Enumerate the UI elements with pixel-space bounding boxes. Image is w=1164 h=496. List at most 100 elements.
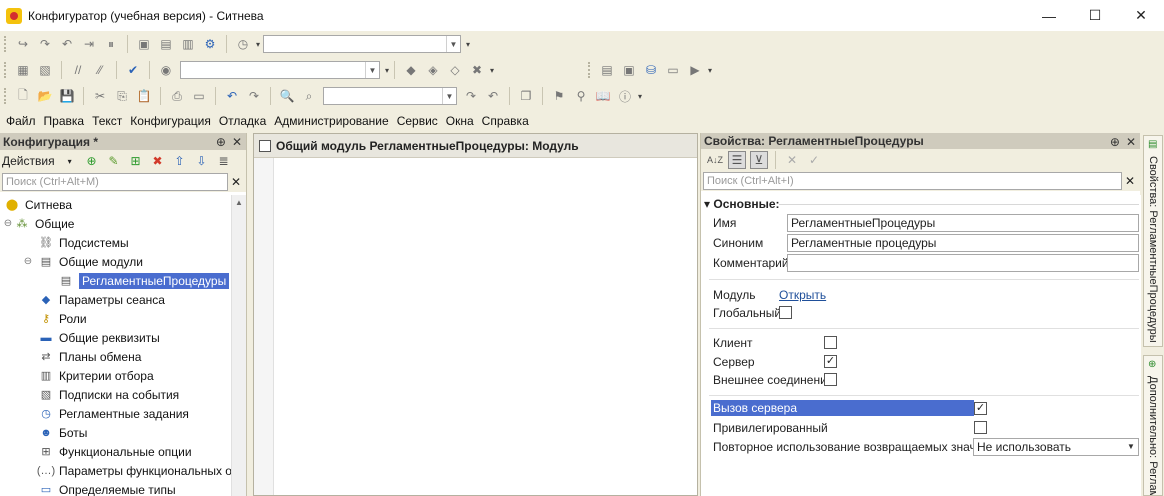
close-icon[interactable]: ✕: [1126, 135, 1136, 149]
server-checkbox[interactable]: ✓: [824, 355, 837, 368]
actions-menu[interactable]: Действия: [2, 154, 55, 168]
timer-icon[interactable]: ◷: [234, 35, 252, 53]
find-next-icon[interactable]: ↷: [462, 87, 480, 105]
search-input[interactable]: ▼: [323, 87, 457, 105]
tree-item[interactable]: ⊖ ▤ Общие модули: [0, 252, 232, 271]
paste-icon[interactable]: 📋: [135, 87, 153, 105]
chevron-down-icon[interactable]: ▾: [638, 92, 642, 101]
menu-text[interactable]: Текст: [92, 114, 122, 128]
privileged-checkbox[interactable]: [974, 421, 987, 434]
chevron-down-icon[interactable]: ▾: [708, 66, 712, 75]
tree-item[interactable]: ⊞ Функциональные опции: [0, 442, 232, 461]
break-icon[interactable]: ⏸: [102, 35, 120, 53]
minimize-button[interactable]: —: [1026, 0, 1072, 31]
tree-item[interactable]: ◷ Регламентные задания: [0, 404, 232, 423]
tree-item[interactable]: ⇄ Планы обмена: [0, 347, 232, 366]
tree-item[interactable]: ▧ Подписки на события: [0, 385, 232, 404]
tree-item[interactable]: ▭ Определяемые типы: [0, 480, 232, 496]
client-checkbox[interactable]: [824, 336, 837, 349]
cancel-icon[interactable]: ✕: [783, 151, 801, 169]
open-module-link[interactable]: Открыть: [779, 288, 826, 302]
menu-configuration[interactable]: Конфигурация: [130, 114, 211, 128]
capture-icon[interactable]: ▧: [36, 61, 54, 79]
external-connection-checkbox[interactable]: [824, 373, 837, 386]
print-icon[interactable]: ⎙: [168, 87, 186, 105]
clear-search-icon[interactable]: ✕: [1122, 174, 1138, 188]
evaluate-icon[interactable]: ▣: [135, 35, 153, 53]
chevron-down-icon[interactable]: ▾: [385, 66, 389, 75]
menu-file[interactable]: Файл: [6, 114, 36, 128]
menu-service[interactable]: Сервис: [397, 114, 438, 128]
chevron-down-icon[interactable]: ▼: [446, 36, 460, 52]
open-folder-icon[interactable]: 📂: [36, 87, 54, 105]
maximize-button[interactable]: ☐: [1072, 0, 1118, 31]
tree-scrollbar[interactable]: ▲: [231, 195, 246, 496]
undo-icon[interactable]: ↶: [223, 87, 241, 105]
add-icon[interactable]: ⊕: [83, 152, 101, 170]
move-down-icon[interactable]: ⇩: [193, 152, 211, 170]
step-over-icon[interactable]: ↷: [36, 35, 54, 53]
collapse-icon[interactable]: ⊖: [22, 256, 34, 267]
pin-icon[interactable]: ⊕: [1110, 135, 1120, 149]
close-icon[interactable]: ✕: [232, 135, 242, 149]
info-icon[interactable]: ⓘ: [616, 87, 634, 105]
new-file-icon[interactable]: 🗋: [14, 87, 32, 105]
tab-properties[interactable]: ▤ Свойства: РегламентныеПроцедуры: [1143, 135, 1163, 347]
collapse-icon[interactable]: ⊖: [2, 218, 14, 229]
tree-item[interactable]: ⛓ Подсистемы: [0, 233, 232, 252]
chevron-down-icon[interactable]: ▾: [466, 40, 470, 49]
redo-icon[interactable]: ↷: [245, 87, 263, 105]
procedure-icon[interactable]: ◉: [157, 61, 175, 79]
menu-edit[interactable]: Правка: [44, 114, 85, 128]
configuration-search-input[interactable]: Поиск (Ctrl+Alt+M): [2, 173, 228, 191]
tree-item[interactable]: ▬ Общие реквизиты: [0, 328, 232, 347]
pin-icon[interactable]: ⊕: [216, 135, 226, 149]
menu-help[interactable]: Справка: [482, 114, 529, 128]
step-out-icon[interactable]: ↶: [58, 35, 76, 53]
menu-windows[interactable]: Окна: [446, 114, 474, 128]
step-into-icon[interactable]: ↪: [14, 35, 32, 53]
scroll-up-icon[interactable]: ▲: [232, 195, 246, 210]
tab-additional[interactable]: ⊕ Дополнительно: Регламе: [1143, 355, 1163, 496]
find-icon[interactable]: 🔍: [278, 87, 296, 105]
sort-icon[interactable]: ≣: [215, 152, 233, 170]
chevron-down-icon[interactable]: ▼: [442, 88, 456, 104]
delete-icon[interactable]: ✖: [149, 152, 167, 170]
syntax-check-icon[interactable]: ✔: [124, 61, 142, 79]
apply-icon[interactable]: ✓: [805, 151, 823, 169]
tree-item[interactable]: ☻ Боты: [0, 423, 232, 442]
database-icon[interactable]: ⛁: [642, 61, 660, 79]
chevron-down-icon[interactable]: ▾: [256, 40, 260, 49]
tree-item[interactable]: ◆ Параметры сеанса: [0, 290, 232, 309]
tree-item[interactable]: ▤ РегламентныеПроцедуры: [0, 271, 232, 290]
categories-icon[interactable]: ☰: [728, 151, 746, 169]
window-icon[interactable]: ▭: [664, 61, 682, 79]
section-main-title[interactable]: ▾ Основные:: [704, 197, 780, 211]
close-button[interactable]: ✕: [1118, 0, 1164, 31]
bookmark-next-icon[interactable]: ◈: [424, 61, 442, 79]
clear-search-icon[interactable]: ✕: [228, 175, 244, 189]
debug-target-select[interactable]: ▼: [263, 35, 462, 53]
bookmark-prev-icon[interactable]: ◇: [446, 61, 464, 79]
comment-field[interactable]: [787, 254, 1139, 272]
settings-icon[interactable]: ⚙: [201, 35, 219, 53]
find-prev-icon[interactable]: ↶: [484, 87, 502, 105]
synonym-field[interactable]: Регламентные процедуры: [787, 234, 1139, 252]
repository-icon[interactable]: ▦: [14, 61, 32, 79]
menu-debug[interactable]: Отладка: [219, 114, 266, 128]
windows-icon[interactable]: ❐: [517, 87, 535, 105]
reuse-values-select[interactable]: Не использовать ▼: [973, 438, 1139, 456]
tree-item[interactable]: ⬤ Ситнева: [0, 195, 232, 214]
name-field[interactable]: РегламентныеПроцедуры: [787, 214, 1139, 232]
copy-icon[interactable]: ⎘: [113, 87, 131, 105]
save-icon[interactable]: 💾: [58, 87, 76, 105]
chevron-down-icon[interactable]: ▾: [490, 66, 494, 75]
watch-icon[interactable]: ▤: [157, 35, 175, 53]
preview-icon[interactable]: ▭: [190, 87, 208, 105]
sort-alpha-icon[interactable]: A↓Z: [706, 151, 724, 169]
chevron-down-icon[interactable]: ▾: [61, 152, 79, 170]
run-to-cursor-icon[interactable]: ⇥: [80, 35, 98, 53]
server-call-row[interactable]: Вызов сервера: [711, 400, 974, 416]
global-checkbox[interactable]: [779, 306, 792, 319]
move-up-icon[interactable]: ⇧: [171, 152, 189, 170]
